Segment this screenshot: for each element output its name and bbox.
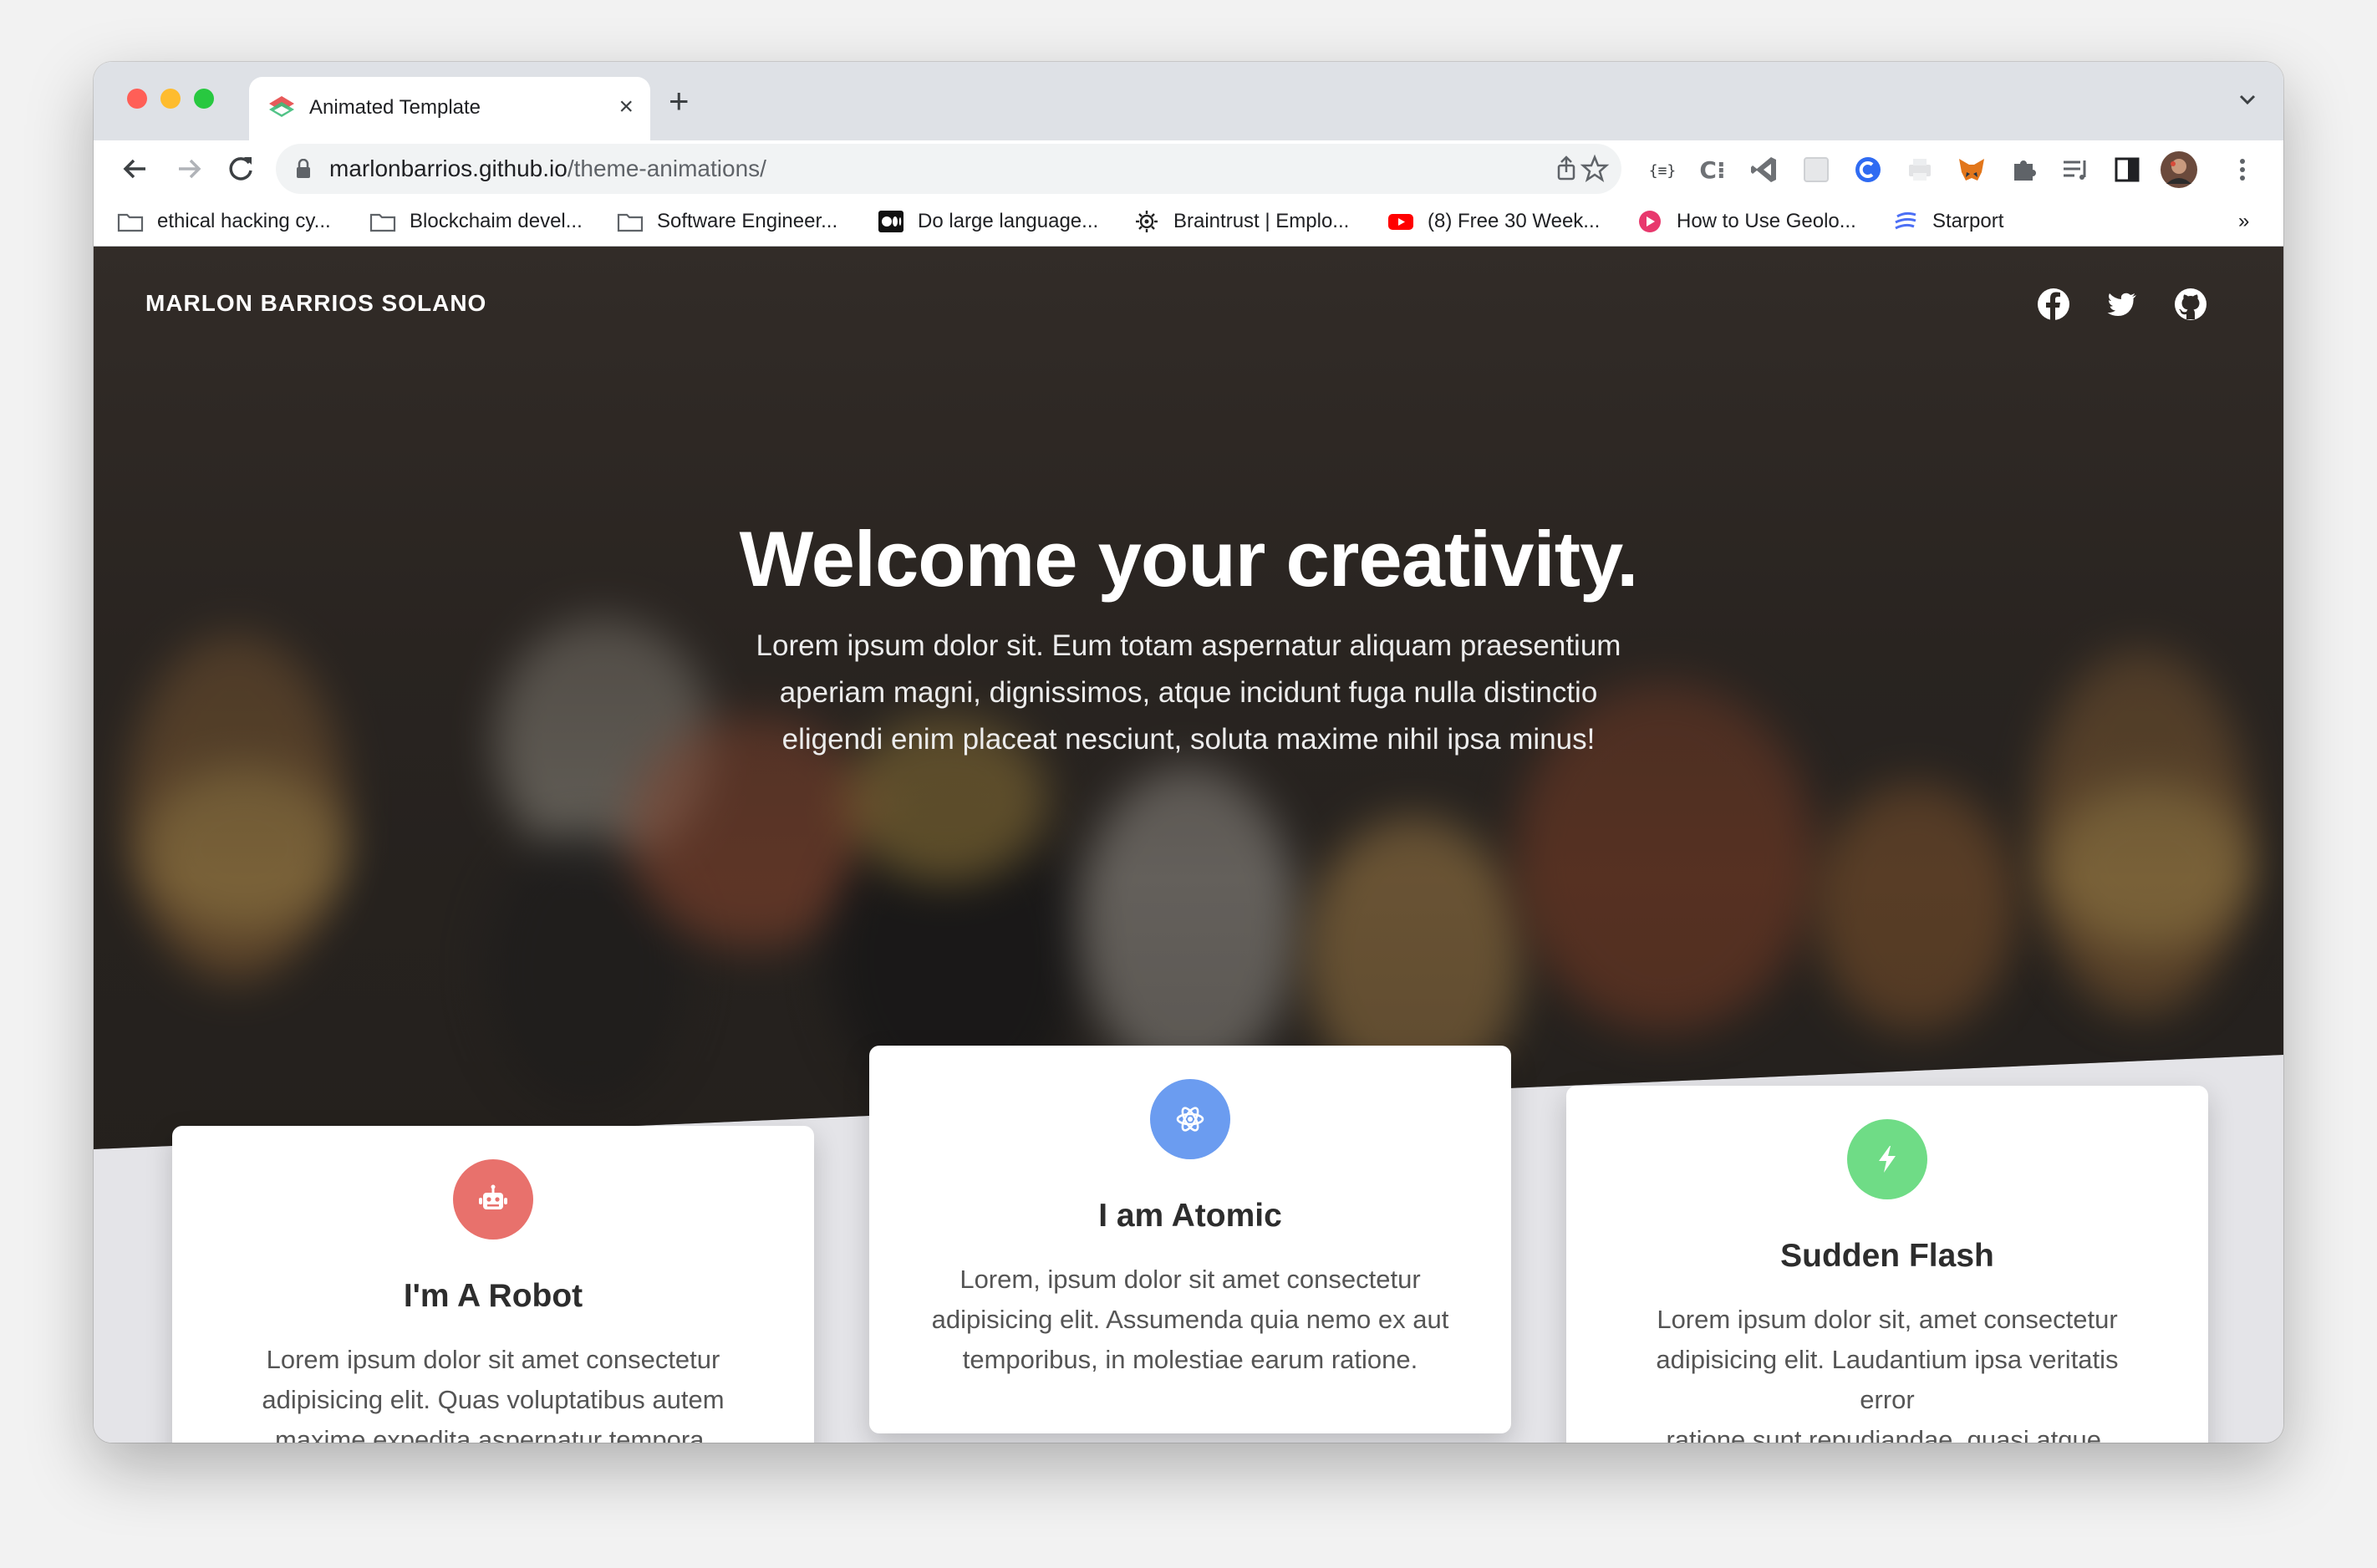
youtube-icon (1388, 214, 1413, 230)
card-title: Sudden Flash (1780, 1238, 1994, 1274)
github-icon[interactable] (2173, 287, 2208, 322)
svg-text:{≡}: {≡} (1649, 162, 1677, 180)
twitter-icon[interactable] (2105, 287, 2140, 322)
card-title: I am Atomic (1098, 1198, 1282, 1234)
profile-avatar[interactable] (2160, 150, 2198, 189)
card-text: Lorem ipsum dolor sit amet consectetur a… (262, 1345, 725, 1443)
metamask-fox-icon[interactable] (1956, 154, 1988, 186)
site-brand[interactable]: MARLON BARRIOS SOLANO (145, 290, 486, 317)
json-extension-icon[interactable]: {≡} (1647, 154, 1678, 186)
gear-icon (1136, 211, 1158, 232)
new-tab-button[interactable]: + (669, 80, 690, 122)
tab-strip: Animated Template × + (94, 62, 2283, 140)
c-extension-icon[interactable] (1852, 154, 1884, 186)
hero-subtitle: Lorem ipsum dolor sit. Eum totam asperna… (756, 629, 1621, 756)
card-text: Lorem, ipsum dolor sit amet consectetur … (931, 1265, 1449, 1374)
vscode-extension-icon[interactable] (1748, 154, 1780, 186)
bookmark-site-icon (1639, 211, 1661, 232)
bookmarks-bar: ethical hacking cy... Blockchaim devel..… (94, 197, 2283, 247)
folder-icon (369, 213, 396, 232)
grid-extension-icon[interactable] (1800, 154, 1832, 186)
robot-icon (453, 1159, 533, 1240)
extensions-puzzle-icon[interactable] (2008, 154, 2039, 186)
tab-animated-template[interactable]: Animated Template × (249, 77, 650, 140)
feature-card-robot[interactable]: I'm A Robot Lorem ipsum dolor sit amet c… (172, 1126, 814, 1443)
back-arrow-icon[interactable] (117, 150, 154, 187)
browser-toolbar: marlonbarrios.github.io/theme-animations… (94, 140, 2283, 197)
atom-icon (1150, 1079, 1230, 1159)
url-text: marlonbarrios.github.io/theme-animations… (329, 155, 766, 181)
feature-card-atomic[interactable]: I am Atomic Lorem, ipsum dolor sit amet … (869, 1046, 1511, 1433)
forward-arrow-icon[interactable] (171, 150, 207, 187)
minimize-window-button[interactable] (160, 89, 181, 109)
facebook-icon[interactable] (2036, 287, 2071, 322)
close-window-button[interactable] (127, 89, 147, 109)
card-text: Lorem ipsum dolor sit, amet consectetur … (1656, 1305, 2119, 1443)
reading-list-icon[interactable] (2059, 154, 2091, 186)
tab-close-icon[interactable]: × (618, 92, 634, 122)
bookmark-star-icon[interactable] (1580, 154, 1610, 184)
bookmarks-overflow-button[interactable]: » (2238, 207, 2249, 236)
folder-icon (617, 213, 644, 232)
address-bar[interactable]: marlonbarrios.github.io/theme-animations… (276, 144, 1621, 194)
side-panel-icon[interactable] (2111, 154, 2143, 186)
tab-search-chevron-icon[interactable] (2235, 87, 2260, 112)
reload-icon[interactable] (222, 150, 259, 187)
svg-text:C⁝: C⁝ (1699, 156, 1725, 184)
code-extension-icon[interactable]: C⁝ (1697, 154, 1728, 186)
hero-title: Welcome your creativity. (739, 515, 1639, 603)
medium-icon (878, 211, 903, 232)
folder-icon (117, 213, 144, 232)
hero-section: MARLON BARRIOS SOLANO Welcome your creat… (94, 247, 2283, 1149)
tab-title: Animated Template (309, 96, 481, 119)
lock-icon (297, 159, 310, 178)
site-favicon-icon (269, 96, 294, 117)
browser-window: Animated Template × + marlonbarrios.gith… (94, 62, 2283, 1443)
bolt-icon (1847, 1119, 1927, 1199)
share-icon[interactable] (1551, 154, 1581, 184)
starport-icon (1895, 211, 1916, 230)
printer-extension-icon[interactable] (1904, 154, 1936, 186)
web-page: MARLON BARRIOS SOLANO Welcome your creat… (94, 247, 2283, 1443)
maximize-window-button[interactable] (194, 89, 214, 109)
browser-menu-icon[interactable] (2227, 154, 2258, 186)
feature-card-flash[interactable]: Sudden Flash Lorem ipsum dolor sit, amet… (1566, 1086, 2208, 1443)
card-title: I'm A Robot (403, 1278, 583, 1314)
